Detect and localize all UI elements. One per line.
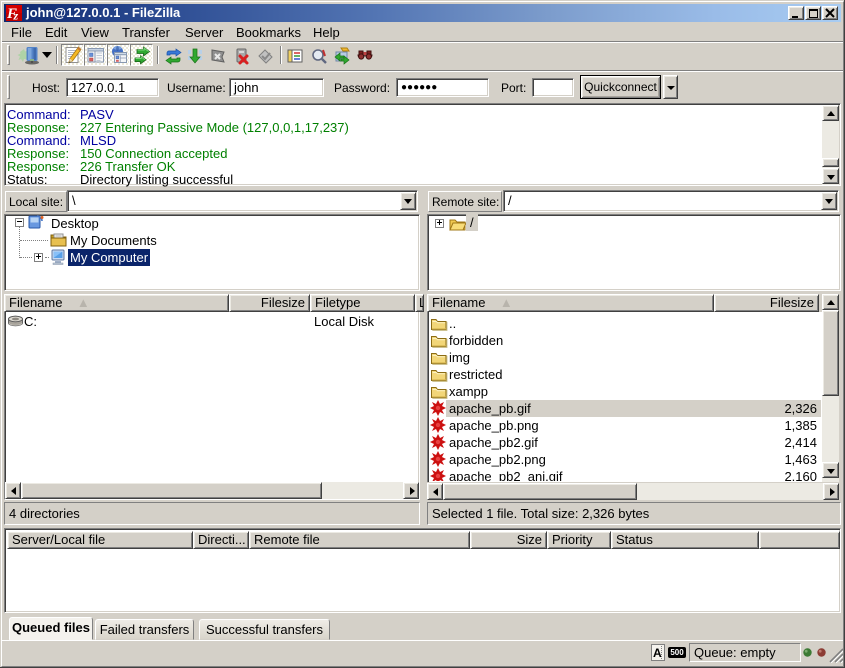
svg-text:z: z bbox=[13, 9, 19, 22]
